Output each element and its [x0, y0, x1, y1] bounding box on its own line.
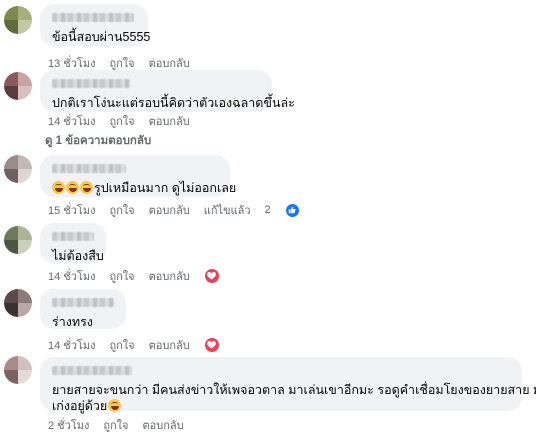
avatar[interactable] — [4, 289, 32, 317]
like-button[interactable]: ถูกใจ — [109, 112, 134, 130]
timestamp[interactable]: 14 ชั่วโมง — [48, 336, 95, 354]
laughing-emoji-icon — [80, 181, 93, 194]
avatar-pixel — [18, 289, 32, 303]
avatar-pixel — [4, 6, 18, 20]
avatar-pixel — [18, 169, 32, 183]
avatar[interactable] — [4, 226, 32, 254]
love-reaction-icon[interactable] — [203, 268, 220, 284]
comment-bubble: ร่างทรง — [40, 289, 126, 329]
comment-bubble: ยายสายจะขนกว่า มีคนส่งข่าวให้เพจอวตาล มา… — [40, 357, 536, 414]
avatar[interactable] — [4, 155, 32, 183]
avatar-pixel — [4, 72, 18, 86]
comment-text: ร่างทรง — [52, 315, 93, 329]
avatar-pixel — [18, 6, 32, 20]
timestamp[interactable]: 15 ชั่วโมง — [48, 201, 95, 219]
comment-bubble: รูปเหมือนมาก ดูไม่ออกเลย — [40, 155, 236, 197]
avatar-pixel — [18, 240, 32, 254]
avatar-pixel — [18, 356, 32, 370]
comment-text: ข้อนี้สอบผ่าน5555 — [52, 30, 151, 44]
laughing-emoji-icon — [66, 181, 79, 194]
comment-text: รูปเหมือนมาก ดูไม่ออกเลย — [94, 181, 237, 195]
comment-bubble: ปกติเราโง่นะแต่รอบนี้คิดว่าตัวเองฉลาดขึ้… — [40, 70, 295, 112]
reply-button[interactable]: ตอบกลับ — [143, 416, 184, 434]
author-name-blurred[interactable] — [52, 164, 126, 173]
author-name-blurred[interactable] — [52, 366, 132, 375]
timestamp[interactable]: 14 ชั่วโมง — [48, 112, 95, 130]
like-button[interactable]: ถูกใจ — [109, 201, 134, 219]
rofl-emoji-icon — [108, 399, 122, 412]
avatar-pixel — [18, 370, 32, 384]
love-reaction-icon[interactable] — [203, 337, 220, 353]
avatar-pixel — [18, 303, 32, 317]
like-reaction-icon — [284, 202, 300, 218]
comment-actions: 14 ชั่วโมง ถูกใจ ตอบกลับ — [48, 336, 234, 354]
avatar-pixel — [4, 240, 18, 254]
author-name-blurred[interactable] — [52, 79, 130, 88]
avatar-pixel — [4, 155, 18, 169]
avatar-pixel — [4, 169, 18, 183]
avatar-pixel — [4, 303, 18, 317]
avatar-pixel — [18, 226, 32, 240]
reply-button[interactable]: ตอบกลับ — [149, 201, 190, 219]
author-name-blurred[interactable] — [52, 232, 94, 241]
author-name-blurred[interactable] — [52, 298, 114, 307]
timestamp[interactable]: 2 ชั่วโมง — [48, 416, 89, 434]
comment-text-line-2: เก่งอยู่ด้วย — [52, 398, 510, 414]
comment-actions: 14 ชั่วโมง ถูกใจ ตอบกลับ — [48, 112, 204, 130]
reaction-count: 2 — [264, 204, 271, 216]
comment-actions: 15 ชั่วโมง ถูกใจ ตอบกลับ แก้ไขแล้ว 2 — [48, 201, 314, 219]
timestamp[interactable]: 14 ชั่วโมง — [48, 267, 95, 285]
comment-text-line-2-text: เก่งอยู่ด้วย — [52, 399, 108, 413]
comment-bubble: ไม่ต้องสืบ — [40, 223, 106, 263]
like-button[interactable]: ถูกใจ — [103, 416, 128, 434]
like-button[interactable]: ถูกใจ — [109, 336, 134, 354]
avatar-pixel — [4, 226, 18, 240]
avatar-pixel — [4, 289, 18, 303]
avatar-pixel — [18, 72, 32, 86]
comment-text: ปกติเราโง่นะแต่รอบนี้คิดว่าตัวเองฉลาดขึ้… — [52, 96, 295, 110]
author-name-blurred[interactable] — [52, 13, 134, 22]
comment-text-line-1: ยายสายจะขนกว่า มีคนส่งข่าวให้เพจอวตาล มา… — [52, 383, 536, 397]
like-button[interactable]: ถูกใจ — [109, 267, 134, 285]
comment-bubble: ข้อนี้สอบผ่าน5555 — [40, 4, 151, 46]
comment-text: ไม่ต้องสืบ — [52, 249, 104, 263]
reply-button[interactable]: ตอบกลับ — [149, 267, 190, 285]
reply-button[interactable]: ตอบกลับ — [149, 336, 190, 354]
avatar-pixel — [4, 86, 18, 100]
avatar-pixel — [4, 370, 18, 384]
avatar-pixel — [18, 86, 32, 100]
avatar[interactable] — [4, 356, 32, 384]
edited-label: แก้ไขแล้ว — [203, 205, 251, 217]
avatar-pixel — [18, 20, 32, 34]
avatar[interactable] — [4, 6, 32, 34]
laughing-emoji-icon — [52, 181, 65, 194]
view-replies-link[interactable]: ดู 1 ข้อความตอบกลับ — [45, 132, 151, 150]
avatar-pixel — [4, 20, 18, 34]
reaction-summary[interactable]: 2 — [264, 202, 314, 218]
comment-actions: 2 ชั่วโมง ถูกใจ ตอบกลับ — [48, 416, 198, 434]
comment-actions: 14 ชั่วโมง ถูกใจ ตอบกลับ — [48, 267, 234, 285]
avatar[interactable] — [4, 72, 32, 100]
comment-text-row: รูปเหมือนมาก ดูไม่ออกเลย — [52, 180, 236, 196]
reply-button[interactable]: ตอบกลับ — [149, 112, 190, 130]
avatar-pixel — [18, 155, 32, 169]
avatar-pixel — [4, 356, 18, 370]
